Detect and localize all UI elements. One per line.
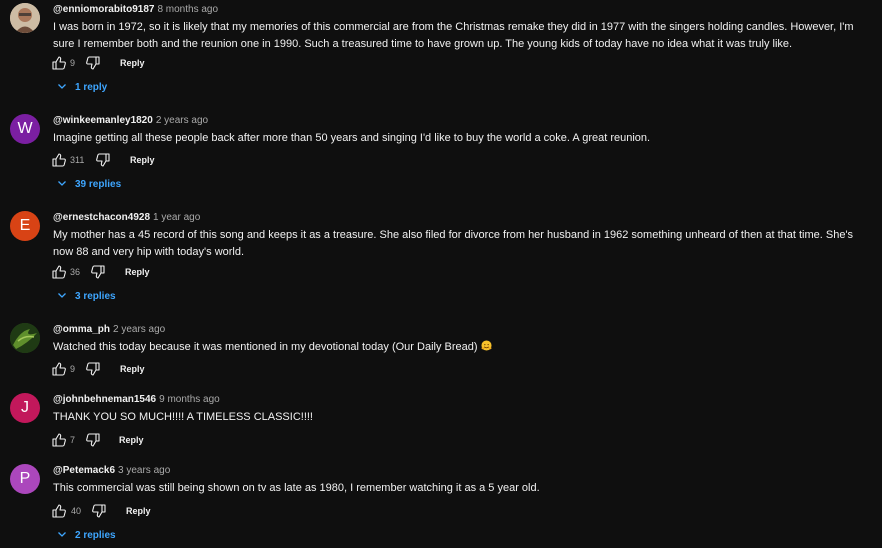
view-replies-button[interactable]: 3 replies [57, 290, 116, 304]
chevron-down-icon [58, 532, 66, 537]
thumbs-down-icon[interactable] [95, 152, 111, 168]
thumbs-up-icon[interactable] [51, 361, 67, 377]
like-count: 7 [70, 435, 76, 445]
comment-text: I was born in 1972, so it is likely that… [53, 21, 854, 50]
view-replies-button[interactable]: 1 reply [57, 81, 107, 95]
thumbs-down-icon[interactable] [85, 432, 101, 448]
avatar[interactable]: W [10, 114, 40, 144]
reply-button[interactable]: Reply [125, 266, 150, 278]
like-count: 311 [70, 155, 85, 165]
thumbs-up-icon[interactable] [51, 432, 67, 448]
like-count: 36 [70, 267, 81, 277]
chevron-down-icon [58, 84, 66, 89]
avatar[interactable]: J [10, 393, 40, 423]
like-count: 9 [70, 364, 76, 374]
comment-time[interactable]: 2 years ago [113, 324, 165, 335]
replies-count: 2 replies [75, 530, 116, 541]
comment-author[interactable]: @Petemack6 [53, 465, 115, 476]
comment-time[interactable]: 9 months ago [159, 394, 220, 405]
avatar[interactable] [10, 323, 40, 353]
thumbs-up-icon[interactable] [51, 503, 67, 519]
view-replies-button[interactable]: 39 replies [57, 178, 121, 192]
thumbs-down-icon[interactable] [85, 55, 101, 71]
thumbs-up-icon[interactable] [51, 55, 67, 71]
avatar-letter: J [21, 399, 29, 416]
comment-author[interactable]: @enniomorabito9187 [53, 4, 154, 15]
like-count: 40 [71, 506, 82, 516]
reply-button[interactable]: Reply [126, 505, 151, 517]
thumbs-down-icon[interactable] [90, 264, 106, 280]
chevron-down-icon [58, 293, 66, 298]
reply-button[interactable]: Reply [119, 434, 144, 446]
comment-text: Watched this today because it was mentio… [53, 339, 875, 356]
comment-meta: @ernestchacon4928 1 year ago [53, 211, 200, 224]
comment-time[interactable]: 1 year ago [153, 212, 200, 223]
thumbs-up-icon[interactable] [51, 264, 67, 280]
comment-meta: @enniomorabito9187 8 months ago [53, 3, 218, 16]
comment-author[interactable]: @winkeemanley1820 [53, 115, 153, 126]
avatar[interactable]: E [10, 211, 40, 241]
avatar-letter: P [19, 470, 31, 487]
avatar-photo-icon [10, 323, 40, 353]
comment-author[interactable]: @omma_ph [53, 324, 110, 335]
reply-button[interactable]: Reply [120, 363, 145, 375]
reply-button[interactable]: Reply [120, 57, 145, 69]
avatar-letter: E [19, 217, 31, 234]
reply-button[interactable]: Reply [130, 154, 155, 166]
replies-count: 39 replies [75, 179, 122, 190]
comment-author[interactable]: @ernestchacon4928 [53, 212, 150, 223]
comment-text-body: Watched this today because it was mentio… [53, 341, 478, 353]
thumbs-up-icon[interactable] [51, 152, 67, 168]
comment-text: Imagine getting all these people back af… [53, 132, 651, 144]
chevron-down-icon [58, 181, 66, 186]
comment-text: My mother has a 45 record of this song a… [53, 229, 854, 258]
comment-text: This commercial was still being shown on… [53, 482, 540, 494]
avatar-letter: W [17, 120, 33, 137]
like-count: 9 [70, 58, 76, 68]
comment-time[interactable]: 8 months ago [157, 4, 218, 15]
avatar[interactable]: P [10, 464, 40, 494]
comment-meta: @omma_ph 2 years ago [53, 323, 165, 336]
thumbs-down-icon[interactable] [85, 361, 101, 377]
comment-text: THANK YOU SO MUCH!!!! A TIMELESS CLASSIC… [53, 411, 313, 423]
comment-time[interactable]: 3 years ago [118, 465, 170, 476]
comment-meta: @winkeemanley1820 2 years ago [53, 114, 208, 127]
view-replies-button[interactable]: 2 replies [57, 529, 116, 543]
comment-meta: @Petemack6 3 years ago [53, 464, 170, 477]
comment-time[interactable]: 2 years ago [156, 115, 208, 126]
avatar[interactable] [10, 3, 40, 33]
comment-meta: @johnbehneman1546 9 months ago [53, 393, 220, 406]
avatar-photo-icon [10, 3, 40, 33]
thumbs-down-icon[interactable] [91, 503, 107, 519]
replies-count: 3 replies [75, 291, 116, 302]
comment-author[interactable]: @johnbehneman1546 [53, 394, 156, 405]
replies-count: 1 reply [75, 82, 108, 93]
hugging-face-emoji-icon [480, 340, 492, 351]
